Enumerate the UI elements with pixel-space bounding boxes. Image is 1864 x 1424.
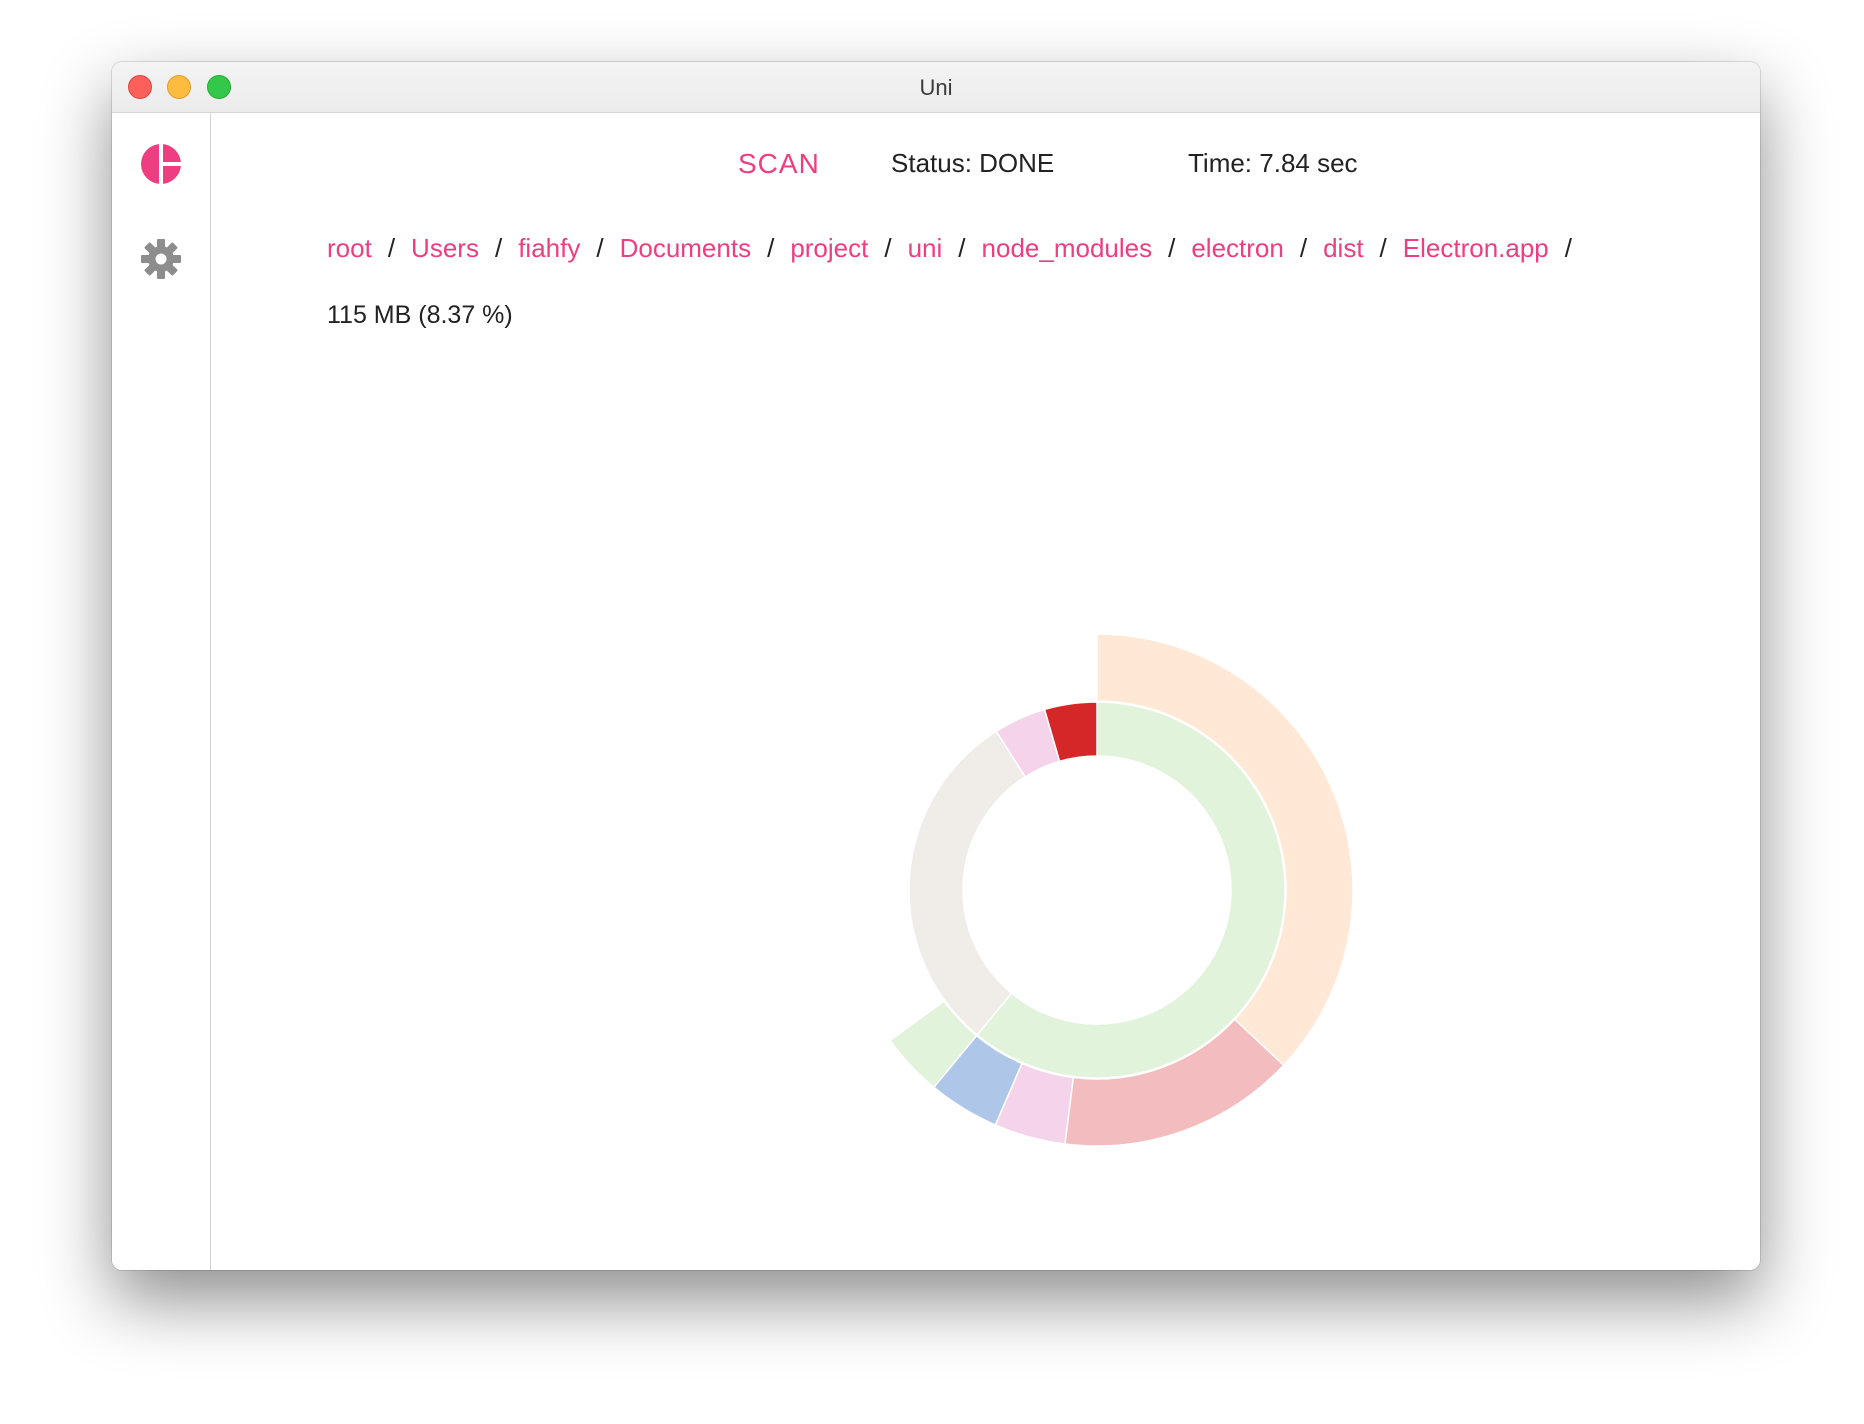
sidebar <box>112 113 211 1270</box>
gear-icon[interactable] <box>139 237 183 286</box>
title-bar: Uni <box>112 62 1760 113</box>
sunburst-chart[interactable] <box>211 113 1760 1270</box>
main-panel: SCAN Status: DONE Time: 7.84 sec root / Us… <box>211 113 1760 1270</box>
window-title: Uni <box>919 75 953 100</box>
sunburst-segment[interactable] <box>908 730 1027 1036</box>
pie-logo-icon[interactable] <box>139 142 183 191</box>
app-window: Uni SCAN Status: DONE Time: 7.84 sec roo… <box>112 62 1760 1270</box>
